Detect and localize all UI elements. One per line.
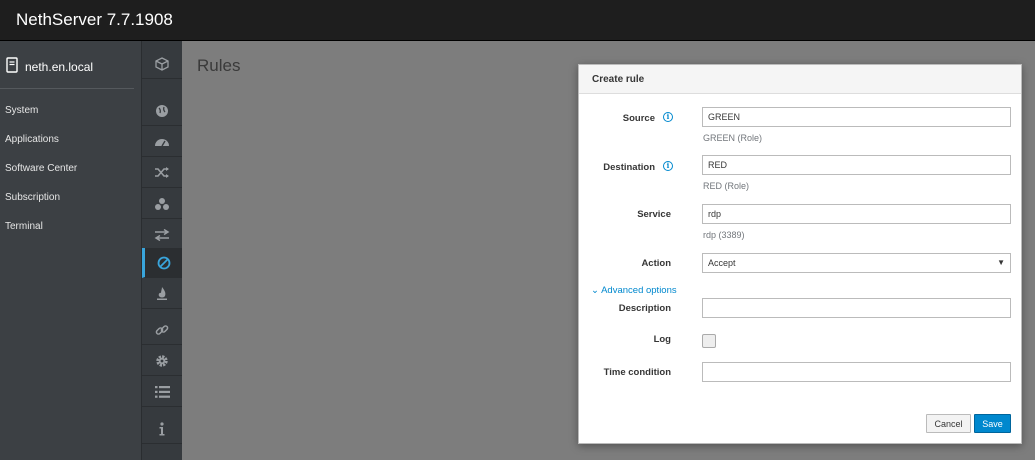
action-select[interactable]: Accept ▼ xyxy=(702,253,1011,273)
server-icon xyxy=(6,56,18,78)
list-icon[interactable] xyxy=(142,377,182,407)
dialog-header: Create rule xyxy=(579,65,1021,94)
source-input[interactable]: GREEN xyxy=(702,107,1011,127)
advanced-options-toggle[interactable]: ⌄ Advanced options xyxy=(591,285,677,296)
service-input[interactable]: rdp xyxy=(702,204,1011,224)
shuffle-icon[interactable] xyxy=(142,158,182,188)
description-input[interactable] xyxy=(702,298,1011,318)
service-help-text: rdp (3389) xyxy=(703,230,745,240)
destination-input[interactable]: RED xyxy=(702,155,1011,175)
sidebar-item-system[interactable]: System xyxy=(5,105,38,116)
sidebar-item-software-center[interactable]: Software Center xyxy=(5,163,77,174)
ban-icon[interactable] xyxy=(142,248,182,278)
save-button[interactable]: Save xyxy=(974,414,1011,433)
caret-down-icon: ▼ xyxy=(997,258,1005,267)
destination-info-icon[interactable]: i xyxy=(663,161,673,171)
advanced-options-label: Advanced options xyxy=(601,285,677,296)
source-help-text: GREEN (Role) xyxy=(703,133,763,143)
icon-bar xyxy=(142,41,182,460)
source-label: Source xyxy=(622,113,655,124)
fire-icon[interactable] xyxy=(142,279,182,309)
host-selector[interactable]: neth.en.local xyxy=(6,56,94,78)
cube-icon[interactable] xyxy=(142,49,182,79)
sidebar-item-terminal[interactable]: Terminal xyxy=(5,221,43,232)
info-icon[interactable] xyxy=(142,414,182,444)
page-title: Rules xyxy=(197,56,241,75)
app-title: NethServer 7.7.1908 xyxy=(16,10,173,29)
time-condition-label: Time condition xyxy=(603,367,671,378)
top-bar: NethServer 7.7.1908 xyxy=(0,0,1035,41)
globe-icon[interactable] xyxy=(142,96,182,126)
dialog-title: Create rule xyxy=(592,74,645,85)
sidebar: neth.en.local System Applications Softwa… xyxy=(0,41,142,460)
sidebar-item-applications[interactable]: Applications xyxy=(5,134,59,145)
chevron-down-icon: ⌄ xyxy=(591,285,599,296)
gear-icon[interactable] xyxy=(142,346,182,376)
sidebar-item-subscription[interactable]: Subscription xyxy=(5,192,60,203)
destination-label: Destination xyxy=(603,162,655,173)
dashboard-icon[interactable] xyxy=(142,127,182,157)
action-label: Action xyxy=(641,258,671,269)
create-rule-dialog: Create rule Source i GREEN GREEN (Role) … xyxy=(578,64,1022,444)
source-info-icon[interactable]: i xyxy=(663,112,673,122)
description-label: Description xyxy=(618,303,671,314)
time-condition-input[interactable] xyxy=(702,362,1011,382)
service-label: Service xyxy=(637,209,671,220)
link-icon[interactable] xyxy=(142,315,182,345)
destination-help-text: RED (Role) xyxy=(703,181,750,191)
arrows-icon[interactable] xyxy=(142,220,182,250)
log-label: Log xyxy=(653,334,671,345)
network-icon[interactable] xyxy=(142,189,182,219)
cancel-button[interactable]: Cancel xyxy=(926,414,971,433)
host-name: neth.en.local xyxy=(25,60,94,74)
sidebar-divider xyxy=(0,88,134,89)
action-select-value: Accept xyxy=(708,258,736,268)
log-checkbox[interactable] xyxy=(702,334,716,348)
